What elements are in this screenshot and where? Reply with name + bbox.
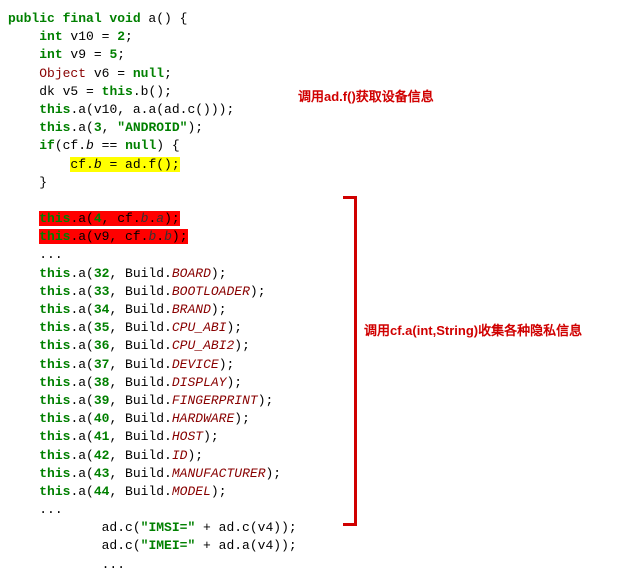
bracket-icon	[343, 196, 357, 526]
code-line: this.a(38, Build.DISPLAY);	[8, 374, 616, 392]
code-line: this.a(3, "ANDROID");	[8, 119, 616, 137]
code-line: ...	[8, 556, 616, 574]
code-line: }	[8, 174, 616, 192]
code-line: int v9 = 5;	[8, 46, 616, 64]
code-line: if(cf.b == null) {	[8, 137, 616, 155]
code-line: Object v6 = null;	[8, 65, 616, 83]
code-line: public final void a() {	[8, 10, 616, 28]
code-line: this.a(32, Build.BOARD);	[8, 265, 616, 283]
code-line: this.a(37, Build.DEVICE);	[8, 356, 616, 374]
code-line: this.a(33, Build.BOOTLOADER);	[8, 283, 616, 301]
code-line: this.a(40, Build.HARDWARE);	[8, 410, 616, 428]
annotation-device-info: 调用ad.f()获取设备信息	[298, 88, 434, 106]
code-line: ...	[8, 501, 616, 519]
code-line: ...	[8, 246, 616, 264]
code-line: this.a(43, Build.MANUFACTURER);	[8, 465, 616, 483]
code-line: ad.c("IMSI=" + ad.c(v4));	[8, 519, 616, 537]
code-line: this.a(41, Build.HOST);	[8, 428, 616, 446]
code-line: this.a(v9, cf.b.b);	[8, 228, 616, 246]
code-line: this.a(39, Build.FINGERPRINT);	[8, 392, 616, 410]
code-line: this.a(42, Build.ID);	[8, 447, 616, 465]
code-line	[8, 192, 616, 210]
code-line: this.a(34, Build.BRAND);	[8, 301, 616, 319]
code-line: this.a(4, cf.b.a);	[8, 210, 616, 228]
code-block: public final void a() { int v10 = 2; int…	[8, 10, 616, 574]
code-line: int v10 = 2;	[8, 28, 616, 46]
code-line: ad.c("IMEI=" + ad.a(v4));	[8, 537, 616, 555]
code-line: this.a(44, Build.MODEL);	[8, 483, 616, 501]
code-line: cf.b = ad.f();	[8, 156, 616, 174]
annotation-privacy-collect: 调用cf.a(int,String)收集各种隐私信息	[364, 322, 582, 340]
